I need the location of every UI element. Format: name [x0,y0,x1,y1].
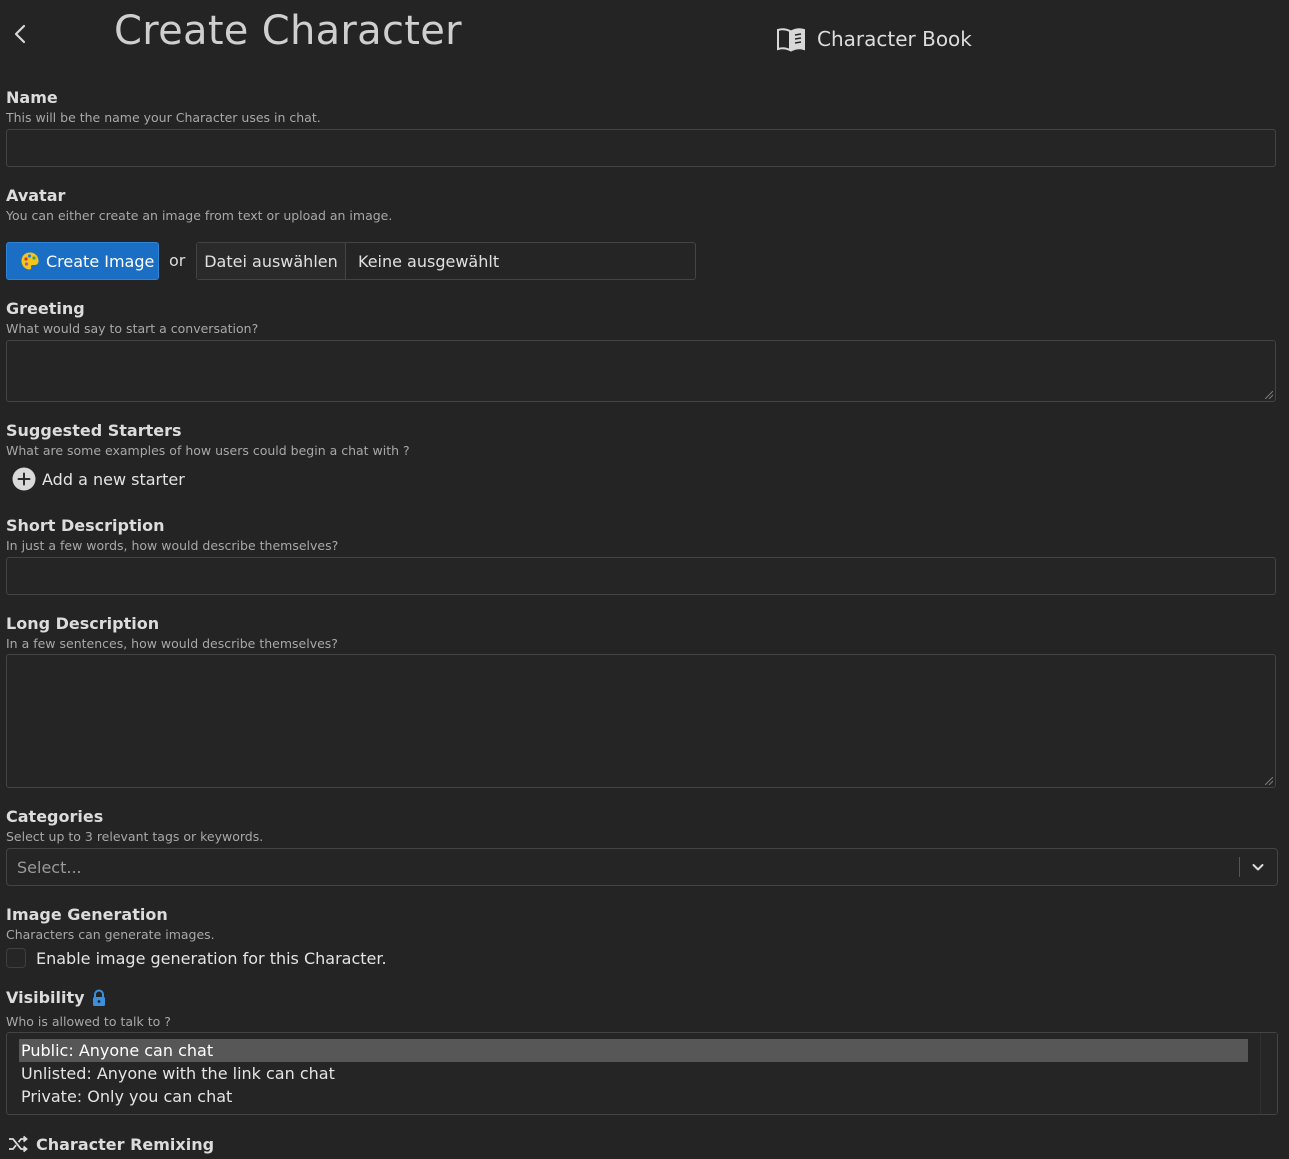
visibility-label: Visibility [6,988,85,1007]
palette-icon [21,252,39,270]
listbox-scrollbar[interactable] [1260,1033,1277,1114]
categories-label: Categories [6,807,104,826]
short-description-label: Short Description [6,516,165,535]
character-remixing-label: Character Remixing [36,1134,215,1154]
name-help: This will be the name your Character use… [6,110,321,125]
long-description-label: Long Description [6,614,160,633]
file-status: Keine ausgewählt [358,251,500,271]
create-character-page: Create Character Character Book Name Thi… [0,0,1289,1159]
avatar-help: You can either create an image from text… [6,208,393,223]
image-generation-label: Image Generation [6,905,168,924]
chevron-left-icon[interactable] [9,22,31,46]
greeting-textarea[interactable] [6,340,1276,402]
or-separator: or [169,251,186,270]
avatar-file-picker[interactable]: Datei auswählen Keine ausgewählt [196,242,696,280]
book-icon [777,28,805,52]
suggested-starters-help: What are some examples of how users coul… [6,443,410,458]
visibility-option-unlisted[interactable]: Unlisted: Anyone with the link can chat [19,1062,1248,1085]
greeting-help: What would say to start a conversation? [6,321,259,336]
visibility-help: Who is allowed to talk to ? [6,1014,171,1029]
add-starter-button[interactable]: Add a new starter [12,467,185,491]
image-generation-checkbox[interactable] [6,948,26,968]
visibility-option-private[interactable]: Private: Only you can chat [19,1085,1248,1108]
character-book-label: Character Book [817,27,972,51]
lock-icon [92,989,105,1006]
header: Create Character Character Book [0,0,1289,80]
shuffle-icon [9,1135,28,1153]
add-starter-label: Add a new starter [42,469,185,489]
suggested-starters-label: Suggested Starters [6,421,182,440]
image-generation-checkbox-label: Enable image generation for this Charact… [36,948,387,968]
choose-file-button[interactable]: Datei auswählen [197,243,346,279]
image-generation-help: Characters can generate images. [6,927,215,942]
resize-handle[interactable] [1265,777,1273,785]
visibility-option-public[interactable]: Public: Anyone can chat [19,1039,1248,1062]
categories-help: Select up to 3 relevant tags or keywords… [6,829,264,844]
select-divider [1239,857,1240,877]
resize-handle[interactable] [1265,391,1273,399]
visibility-listbox[interactable]: Public: Anyone can chat Unlisted: Anyone… [6,1032,1278,1115]
character-book-link[interactable]: Character Book [776,24,972,54]
short-description-help: In just a few words, how would describe … [6,538,339,553]
chevron-down-icon[interactable] [1251,860,1265,874]
create-image-button[interactable]: Create Image [6,242,159,280]
avatar-label: Avatar [6,186,66,205]
name-input[interactable] [6,129,1276,167]
long-description-help: In a few sentences, how would describe t… [6,636,338,651]
character-remixing-section[interactable]: Character Remixing [8,1133,214,1155]
visibility-heading: Visibility [6,988,107,1007]
create-image-label: Create Image [46,251,155,271]
long-description-textarea[interactable] [6,654,1276,788]
greeting-label: Greeting [6,299,85,318]
name-label: Name [6,88,58,107]
short-description-input[interactable] [6,557,1276,595]
categories-placeholder: Select... [17,858,82,877]
page-title: Create Character [114,8,462,54]
categories-select[interactable]: Select... [6,848,1278,886]
image-generation-toggle[interactable]: Enable image generation for this Charact… [6,947,387,969]
plus-circle-icon [12,467,36,491]
